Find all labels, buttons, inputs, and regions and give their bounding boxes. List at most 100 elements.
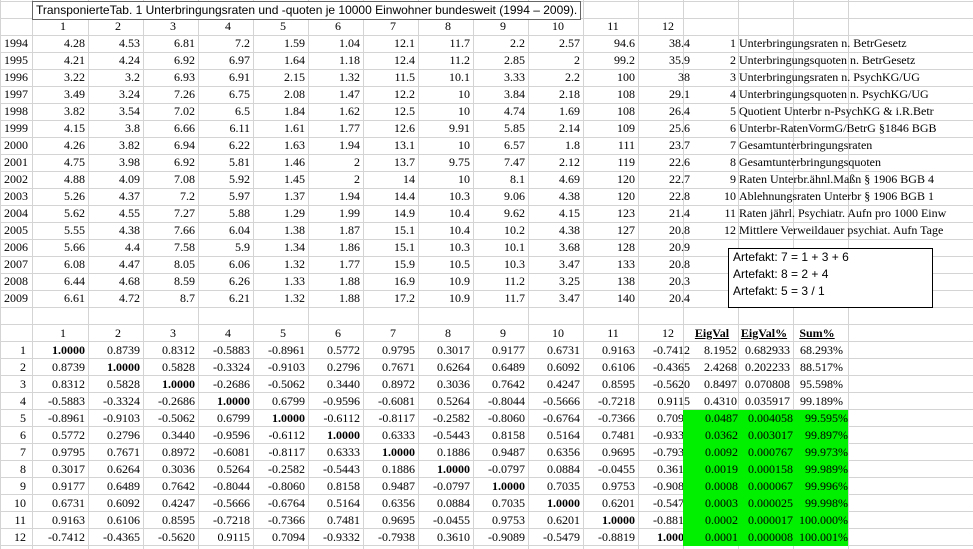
corr-cell[interactable]: 0.9115 [198, 529, 250, 546]
corr-cell[interactable]: -0.3324 [198, 359, 250, 376]
corr-cell[interactable]: 0.9177 [473, 342, 525, 359]
table-cell[interactable]: 2 [528, 52, 580, 69]
table-cell[interactable]: 7.2 [198, 35, 250, 52]
table-cell[interactable]: 12.4 [363, 52, 415, 69]
corr-cell[interactable]: 0.6489 [88, 478, 140, 495]
eigen-cell[interactable]: 100.000% [793, 512, 848, 529]
table-cell[interactable]: 1.46 [253, 154, 305, 171]
table-cell[interactable]: 5.88 [198, 205, 250, 222]
corr-cell[interactable]: 1.0000 [583, 512, 635, 529]
corr-cell[interactable]: -0.8117 [363, 410, 415, 427]
table-cell[interactable]: 140 [583, 290, 635, 307]
table-cell[interactable]: 3.49 [33, 86, 85, 103]
corr-cell[interactable]: -0.5666 [198, 495, 250, 512]
corr-cell[interactable]: 0.6731 [33, 495, 85, 512]
corr-cell[interactable]: 1.0000 [473, 478, 525, 495]
table-cell[interactable]: 4.53 [88, 35, 140, 52]
corr-cell[interactable]: -0.7412 [33, 529, 85, 546]
table-cell[interactable]: 7.26 [143, 86, 195, 103]
corr-cell[interactable]: 0.9177 [33, 478, 85, 495]
table-cell[interactable]: 2.18 [528, 86, 580, 103]
table-cell[interactable]: 10.1 [473, 239, 525, 256]
table-cell[interactable]: 1.32 [253, 256, 305, 273]
corr-cell[interactable]: 0.6264 [418, 359, 470, 376]
table-cell[interactable]: 9.91 [418, 120, 470, 137]
eigen-cell[interactable]: 0.0092 [683, 444, 738, 461]
corr-cell[interactable]: 0.6333 [308, 444, 360, 461]
corr-cell[interactable]: 0.9795 [363, 342, 415, 359]
corr-cell[interactable]: 0.1886 [418, 444, 470, 461]
table-cell[interactable]: 1.63 [253, 137, 305, 154]
corr-cell[interactable]: 0.6799 [198, 410, 250, 427]
corr-cell[interactable]: 0.8972 [143, 444, 195, 461]
corr-cell[interactable]: -0.4365 [88, 529, 140, 546]
table-cell[interactable]: 10.4 [418, 222, 470, 239]
table-cell[interactable]: 1.86 [308, 239, 360, 256]
table-cell[interactable]: 10.4 [418, 205, 470, 222]
table-cell[interactable]: 11.2 [473, 273, 525, 290]
table-cell[interactable]: 10 [418, 171, 470, 188]
corr-cell[interactable]: -0.7412 [638, 342, 690, 359]
table-cell[interactable]: 6.5 [198, 103, 250, 120]
table-cell[interactable]: 10.2 [473, 222, 525, 239]
corr-cell[interactable]: 0.7035 [473, 495, 525, 512]
table-cell[interactable]: 7.27 [143, 205, 195, 222]
corr-cell[interactable]: -0.7938 [363, 529, 415, 546]
eigen-cell[interactable]: 0.000017 [738, 512, 793, 529]
eigen-cell[interactable]: 99.973% [793, 444, 848, 461]
corr-cell[interactable]: 0.0884 [528, 461, 580, 478]
table-cell[interactable]: 6.57 [473, 137, 525, 154]
table-cell[interactable]: 4.47 [88, 256, 140, 273]
corr-cell[interactable]: -0.4365 [638, 359, 690, 376]
corr-cell[interactable]: -0.8044 [473, 393, 525, 410]
corr-cell[interactable]: 0.9795 [33, 444, 85, 461]
table-cell[interactable]: 22.6 [638, 154, 690, 171]
table-cell[interactable]: 4.75 [33, 154, 85, 171]
corr-cell[interactable]: -0.8117 [253, 444, 305, 461]
table-cell[interactable]: 3.84 [473, 86, 525, 103]
table-cell[interactable]: 1.88 [308, 290, 360, 307]
eigen-cell[interactable]: 95.598% [791, 376, 843, 393]
table-cell[interactable]: 6.92 [143, 154, 195, 171]
table-cell[interactable]: 5.92 [198, 171, 250, 188]
corr-cell[interactable]: -0.0455 [583, 461, 635, 478]
table-cell[interactable]: 10.9 [418, 290, 470, 307]
eigen-cell[interactable]: 0.0362 [683, 427, 738, 444]
eigen-cell[interactable]: 0.004058 [738, 410, 793, 427]
corr-cell[interactable]: 1.0000 [363, 444, 415, 461]
table-cell[interactable]: 133 [583, 256, 635, 273]
eigen-cell[interactable]: 99.189% [791, 393, 843, 410]
table-cell[interactable]: 1.04 [308, 35, 360, 52]
table-cell[interactable]: 13.1 [363, 137, 415, 154]
table-cell[interactable]: 4.24 [88, 52, 140, 69]
table-cell[interactable]: 1.87 [308, 222, 360, 239]
corr-cell[interactable]: 0.9163 [33, 512, 85, 529]
eigen-cell[interactable]: 0.000158 [738, 461, 793, 478]
corr-cell[interactable]: -0.6764 [253, 495, 305, 512]
table-cell[interactable]: 6.44 [33, 273, 85, 290]
table-cell[interactable]: 1.32 [308, 69, 360, 86]
table-cell[interactable]: 3.24 [88, 86, 140, 103]
table-cell[interactable]: 20.4 [638, 290, 690, 307]
table-cell[interactable]: 10.1 [418, 69, 470, 86]
eigen-cell[interactable]: 0.000025 [738, 495, 793, 512]
table-cell[interactable]: 108 [583, 86, 635, 103]
corr-cell[interactable]: 0.3610 [418, 529, 470, 546]
corr-cell[interactable]: -0.7218 [583, 393, 635, 410]
corr-cell[interactable]: 0.5828 [143, 359, 195, 376]
table-cell[interactable]: 1.62 [308, 103, 360, 120]
corr-cell[interactable]: -0.8819 [583, 529, 635, 546]
table-cell[interactable]: 12.6 [363, 120, 415, 137]
table-cell[interactable]: 6.22 [198, 137, 250, 154]
table-cell[interactable]: 1.8 [528, 137, 580, 154]
corr-cell[interactable]: 0.6106 [583, 359, 635, 376]
table-cell[interactable]: 109 [583, 120, 635, 137]
corr-cell[interactable]: -0.9596 [198, 427, 250, 444]
table-cell[interactable]: 7.58 [143, 239, 195, 256]
corr-cell[interactable]: 0.9115 [638, 393, 690, 410]
corr-cell[interactable]: -0.5062 [143, 410, 195, 427]
table-cell[interactable]: 5.85 [473, 120, 525, 137]
table-cell[interactable]: 1.34 [253, 239, 305, 256]
corr-cell[interactable]: -0.5479 [528, 529, 580, 546]
eigen-cell[interactable]: 8.1952 [687, 342, 737, 359]
